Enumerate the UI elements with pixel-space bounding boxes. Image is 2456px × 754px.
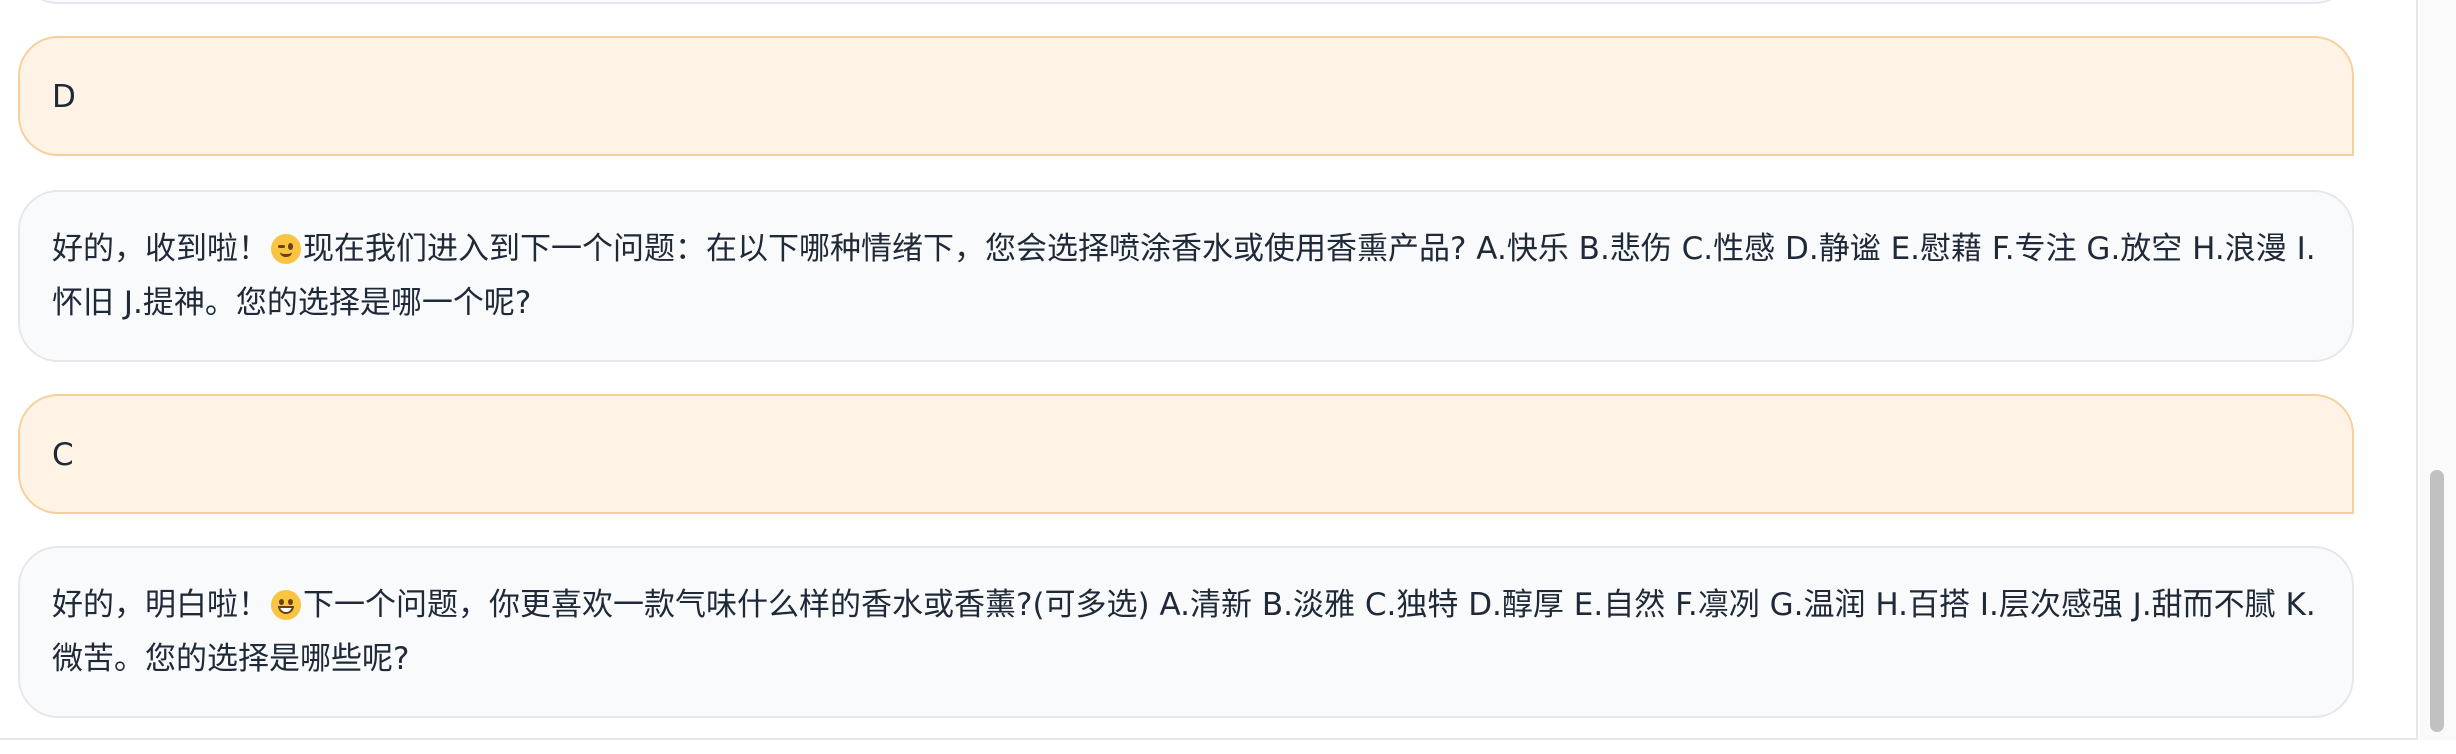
user-message-bubble: D [18, 36, 2354, 156]
assistant-message-prefix: 好的，收到啦！ [52, 231, 269, 267]
previous-message-bubble [18, 0, 2354, 4]
user-message-text: D [52, 79, 76, 115]
chat-scrollbar[interactable] [2420, 0, 2456, 740]
user-message-text: C [52, 437, 74, 473]
assistant-message-bubble: 好的，收到啦！ 现在我们进入到下一个问题：在以下哪种情绪下，您会选择喷涂香水或使用… [18, 190, 2354, 362]
assistant-message-body: 现在我们进入到下一个问题：在以下哪种情绪下，您会选择喷涂香水或使用香熏产品? A… [52, 231, 2316, 321]
chat-panel: D 好的，收到啦！ 现在我们进入到下一个问题：在以下哪种情绪下，您会选择喷涂香水或… [0, 0, 2418, 740]
scrollbar-thumb[interactable] [2430, 470, 2444, 732]
assistant-message-text: 好的，明白啦！ 下一个问题，你更喜欢一款气味什么样的香水或香薰?(可多选) A.清… [52, 587, 2316, 677]
assistant-message-text: 好的，收到啦！ 现在我们进入到下一个问题：在以下哪种情绪下，您会选择喷涂香水或使用… [52, 231, 2316, 321]
assistant-message-prefix: 好的，明白啦！ [52, 587, 269, 623]
winking-face-icon [271, 234, 301, 264]
assistant-message-bubble: 好的，明白啦！ 下一个问题，你更喜欢一款气味什么样的香水或香薰?(可多选) A.清… [18, 546, 2354, 718]
grinning-face-icon [271, 590, 301, 620]
assistant-message-body: 下一个问题，你更喜欢一款气味什么样的香水或香薰?(可多选) A.清新 B.淡雅 … [52, 587, 2316, 677]
user-message-bubble: C [18, 394, 2354, 514]
